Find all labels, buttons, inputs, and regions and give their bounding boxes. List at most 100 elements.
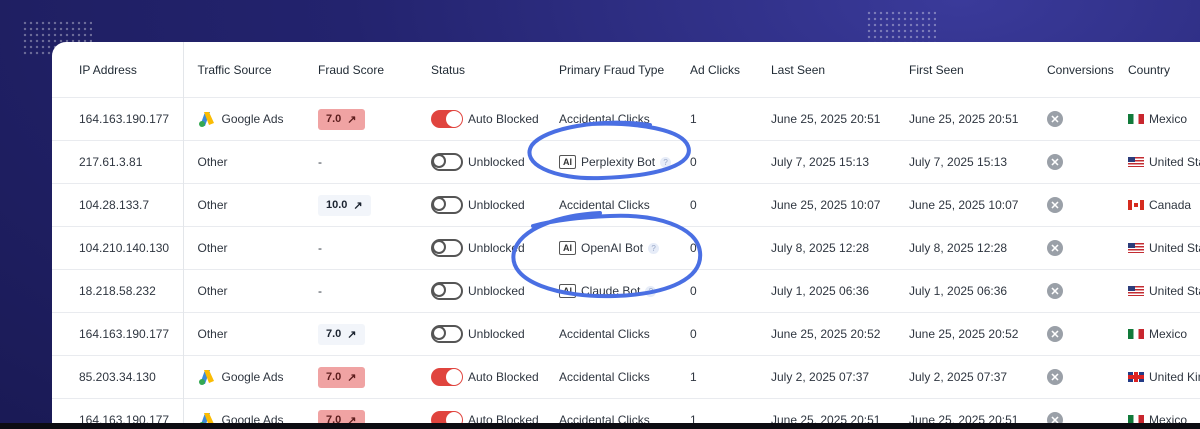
table-row[interactable]: 164.163.190.177 Google Ads 7.0 ↗ Auto Blocke… <box>52 97 1200 141</box>
fraud-score-empty: - <box>318 284 322 298</box>
conversions-cell: ✕ <box>1033 269 1114 313</box>
country-cell: United States <box>1114 269 1200 313</box>
status-label: Auto Blocked <box>468 370 539 384</box>
table-row[interactable]: 217.61.3.81 Other - Unblocked AI Perplexity B… <box>52 140 1200 184</box>
status-cell: Unblocked <box>417 226 545 270</box>
traffic-source-cell: Google Ads <box>183 97 304 141</box>
country-cell: United States <box>1114 140 1200 184</box>
fraud-score-badge[interactable]: 7.0 ↗ <box>318 366 365 388</box>
traffic-source-cell: Other <box>183 226 304 270</box>
block-toggle[interactable] <box>431 196 463 214</box>
traffic-source-cell: Google Ads <box>183 355 304 399</box>
fraud-score-badge[interactable]: 7.0 ↗ <box>318 323 365 345</box>
country-name: United States <box>1149 241 1200 255</box>
country-cell: United Kingdom <box>1114 355 1200 399</box>
help-icon[interactable]: ? <box>648 242 660 254</box>
fraud-score-cell: - <box>304 140 417 184</box>
fraud-score-value: 7.0 <box>326 414 342 423</box>
country-name: Mexico <box>1149 327 1188 341</box>
traffic-source: Other <box>197 284 228 298</box>
table-row[interactable]: 164.163.190.177 Google Ads 7.0 ↗ Auto Blocke… <box>52 398 1200 424</box>
x-circle-icon: ✕ <box>1047 412 1063 423</box>
flag-icon <box>1128 329 1144 339</box>
column-header-ip[interactable]: IP Address <box>52 42 184 98</box>
column-header-conversions[interactable]: Conversions <box>1033 42 1114 98</box>
fraud-type-cell: Accidental Clicks <box>545 183 676 227</box>
block-toggle[interactable] <box>431 325 463 343</box>
ip-address[interactable]: 104.28.133.7 <box>52 183 184 227</box>
ai-tag: AI <box>559 241 576 255</box>
table-row[interactable]: 18.218.58.232 Other - Unblocked AI Claude Bot… <box>52 269 1200 313</box>
country-name: Mexico <box>1149 413 1188 423</box>
block-toggle[interactable] <box>431 153 463 171</box>
traffic-table-card: IP Address Traffic Source Fraud Score St… <box>52 42 1200 423</box>
table-row[interactable]: 104.28.133.7 Other 10.0 ↗ Unblocked Accidenta… <box>52 183 1200 227</box>
arrow-up-right-icon: ↗ <box>347 371 357 384</box>
google-ads-icon <box>198 369 216 385</box>
flag-icon <box>1128 243 1144 253</box>
country-name: United States <box>1149 155 1200 169</box>
traffic-source: Google Ads <box>221 112 284 126</box>
table-row[interactable]: 104.210.140.130 Other - Unblocked AI OpenAI B… <box>52 226 1200 270</box>
status-cell: Unblocked <box>417 269 545 313</box>
ip-address[interactable]: 217.61.3.81 <box>52 140 184 184</box>
ad-clicks: 0 <box>676 140 757 184</box>
column-header-country[interactable]: Country <box>1114 42 1200 98</box>
column-header-status[interactable]: Status <box>417 42 545 98</box>
table-row[interactable]: 85.203.34.130 Google Ads 7.0 ↗ Auto Blocked A… <box>52 355 1200 399</box>
first-seen: June 25, 2025 10:07 <box>895 183 1033 227</box>
fraud-type-cell: AI OpenAI Bot? <box>545 226 676 270</box>
fraud-type: Accidental Clicks <box>559 413 650 423</box>
column-header-last-seen[interactable]: Last Seen <box>757 42 895 98</box>
country-cell: Mexico <box>1114 97 1200 141</box>
ip-address[interactable]: 164.163.190.177 <box>52 398 184 423</box>
table-row[interactable]: 164.163.190.177 Other 7.0 ↗ Unblocked Acciden… <box>52 312 1200 356</box>
fraud-score-cell: 7.0 ↗ <box>304 398 417 424</box>
x-circle-icon: ✕ <box>1047 197 1063 213</box>
block-toggle[interactable] <box>431 368 463 386</box>
column-header-traffic-source[interactable]: Traffic Source <box>183 42 304 98</box>
column-header-fraud-score[interactable]: Fraud Score <box>304 42 417 98</box>
fraud-score-badge[interactable]: 10.0 ↗ <box>318 194 371 216</box>
conversions-cell: ✕ <box>1033 355 1114 399</box>
fraud-score-badge[interactable]: 7.0 ↗ <box>318 409 365 424</box>
column-header-first-seen[interactable]: First Seen <box>895 42 1033 98</box>
block-toggle[interactable] <box>431 239 463 257</box>
ip-address[interactable]: 104.210.140.130 <box>52 226 184 270</box>
fraud-type-cell: AI Claude Bot? <box>545 269 676 313</box>
x-circle-icon: ✕ <box>1047 240 1063 256</box>
flag-icon <box>1128 372 1144 382</box>
conversions-cell: ✕ <box>1033 140 1114 184</box>
ip-address[interactable]: 164.163.190.177 <box>52 312 184 356</box>
fraud-score-badge[interactable]: 7.0 ↗ <box>318 108 365 130</box>
ip-address[interactable]: 18.218.58.232 <box>52 269 184 313</box>
help-icon[interactable]: ? <box>660 156 672 168</box>
last-seen: July 2, 2025 07:37 <box>757 355 895 399</box>
status-cell: Auto Blocked <box>417 97 545 141</box>
first-seen: June 25, 2025 20:51 <box>895 97 1033 141</box>
country-cell: Canada <box>1114 183 1200 227</box>
block-toggle[interactable] <box>431 110 463 128</box>
country-cell: Mexico <box>1114 398 1200 423</box>
status-cell: Auto Blocked <box>417 398 545 423</box>
ad-clicks: 0 <box>676 226 757 270</box>
status-cell: Auto Blocked <box>417 355 545 399</box>
block-toggle[interactable] <box>431 282 463 300</box>
decorative-dots <box>866 10 936 46</box>
column-header-fraud-type[interactable]: Primary Fraud Type <box>545 42 676 98</box>
ip-address[interactable]: 85.203.34.130 <box>52 355 184 399</box>
conversions-cell: ✕ <box>1033 183 1114 227</box>
traffic-source-cell: Other <box>183 312 304 356</box>
fraud-score-value: 7.0 <box>326 328 342 340</box>
arrow-up-right-icon: ↗ <box>347 414 357 424</box>
ip-address[interactable]: 164.163.190.177 <box>52 97 184 141</box>
block-toggle[interactable] <box>431 411 463 423</box>
ai-tag: AI <box>559 155 576 169</box>
flag-icon <box>1128 157 1144 167</box>
flag-icon <box>1128 114 1144 124</box>
flag-icon <box>1128 286 1144 296</box>
help-icon[interactable]: ? <box>645 285 657 297</box>
fraud-score-value: 7.0 <box>326 371 342 383</box>
column-header-ad-clicks[interactable]: Ad Clicks <box>676 42 757 98</box>
google-ads-icon <box>198 111 216 127</box>
